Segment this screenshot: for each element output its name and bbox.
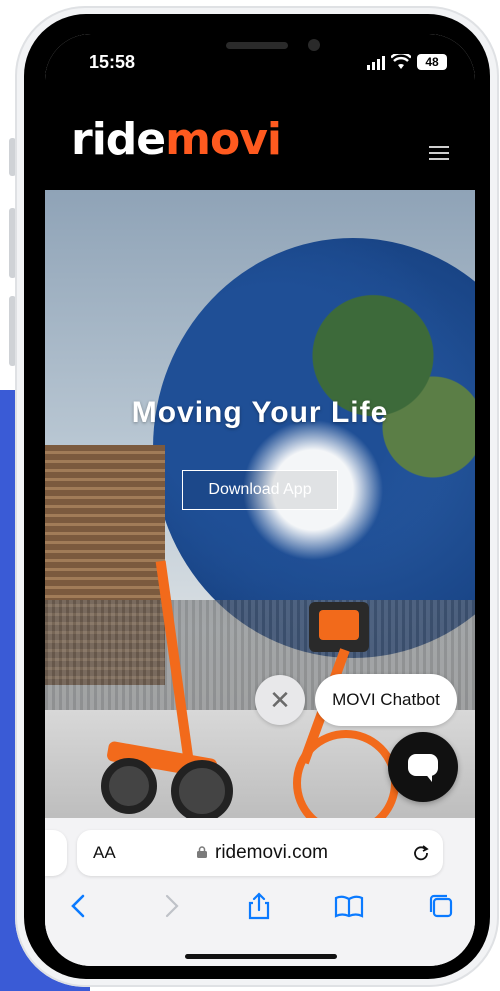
logo-movi: movi xyxy=(165,114,282,165)
lock-icon xyxy=(197,846,207,858)
reload-icon[interactable] xyxy=(411,842,431,862)
home-indicator[interactable] xyxy=(185,954,337,959)
scooter-wheel-rear xyxy=(101,758,157,814)
url-text[interactable]: ridemovi.com xyxy=(215,842,328,864)
bike-basket xyxy=(309,602,369,652)
scooter-wheel-front xyxy=(171,760,233,818)
back-icon[interactable] xyxy=(63,890,95,922)
chatbot-label-button[interactable]: MOVI Chatbot xyxy=(315,674,457,726)
wifi-icon xyxy=(391,54,411,69)
phone-screen: 15:58 48 ridemovi Moving Your Life Downl… xyxy=(45,34,475,966)
status-time: 15:58 xyxy=(89,52,136,72)
tabs-icon[interactable] xyxy=(425,890,457,922)
reader-aa-button[interactable]: AA xyxy=(93,843,116,863)
chat-icon[interactable] xyxy=(388,732,458,802)
hero-title: Moving Your Life xyxy=(131,396,389,429)
share-icon[interactable] xyxy=(243,890,275,922)
safari-bottom-bar: AA ridemovi.com xyxy=(45,818,475,966)
forward-icon[interactable] xyxy=(155,890,187,922)
previous-tab-preview[interactable] xyxy=(45,830,67,876)
download-app-button[interactable]: Download App xyxy=(182,470,338,510)
signal-icon xyxy=(367,56,385,70)
bookmarks-icon[interactable] xyxy=(333,890,365,922)
battery-icon: 48 xyxy=(417,54,447,70)
speaker-grille xyxy=(226,42,288,49)
front-camera xyxy=(308,39,320,51)
address-bar[interactable]: AA ridemovi.com xyxy=(77,830,443,876)
site-header: ridemovi xyxy=(45,92,475,190)
close-icon[interactable]: ✕ xyxy=(255,675,305,725)
notch xyxy=(140,34,380,68)
status-bar: 15:58 48 xyxy=(45,34,475,92)
menu-icon[interactable] xyxy=(429,146,449,160)
safari-toolbar xyxy=(45,890,475,930)
globe-image xyxy=(153,238,475,658)
ridemovi-logo[interactable]: ridemovi xyxy=(71,114,282,165)
logo-ride: ride xyxy=(71,114,166,165)
